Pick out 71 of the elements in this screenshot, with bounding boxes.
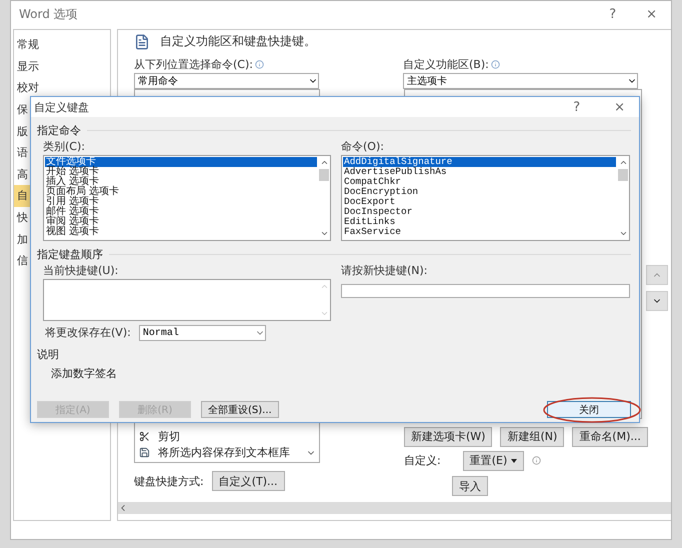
- field-label: 命令(O):: [341, 139, 385, 154]
- info-icon: [490, 60, 500, 69]
- scroll-thumb[interactable]: [319, 169, 329, 181]
- ribbon-button[interactable]: 新建组(N): [500, 426, 564, 446]
- keyboard-label: 键盘快捷方式:: [134, 474, 204, 488]
- category-item[interactable]: 页面布局 选项卡: [45, 187, 317, 197]
- customize-button[interactable]: 自定义(T)...: [212, 471, 285, 491]
- scroll-down-icon: [320, 309, 328, 318]
- current-keys-list[interactable]: [43, 279, 331, 321]
- ribbon-button[interactable]: 重命名(M)...: [572, 426, 648, 446]
- command-item[interactable]: EditLinks: [343, 217, 616, 227]
- section-heading: 自定义功能区和键盘快捷键。: [160, 33, 316, 50]
- command-item[interactable]: DocInspector: [343, 207, 616, 217]
- shortcut-input[interactable]: [341, 284, 630, 298]
- move-up-button[interactable]: [646, 265, 668, 285]
- move-down-button[interactable]: [646, 291, 668, 311]
- dialog-button[interactable]: 全部重设(S)...: [201, 401, 279, 418]
- command-item[interactable]: AdvertisePublishAs: [343, 167, 616, 177]
- dropdown[interactable]: 主选项卡: [403, 73, 638, 89]
- command-item[interactable]: FaxService: [343, 227, 616, 237]
- category-item[interactable]: 邮件 选项卡: [45, 207, 317, 217]
- field-label: 当前快捷键(U):: [43, 263, 120, 278]
- category-item[interactable]: 开始 选项卡: [45, 167, 317, 177]
- field-label: 请按新快捷键(N):: [341, 263, 429, 278]
- sidebar-item[interactable]: 校对: [14, 77, 110, 99]
- info-icon: [532, 456, 542, 465]
- command-item[interactable]: AddDigitalSignature: [343, 157, 616, 167]
- chevron-down-icon: [618, 229, 628, 238]
- command-item[interactable]: CompatChkr: [343, 177, 616, 187]
- category-item[interactable]: 审阅 选项卡: [45, 217, 317, 227]
- category-item[interactable]: 视图 选项卡: [45, 227, 317, 237]
- horizontal-scrollbar[interactable]: [118, 502, 671, 514]
- window-title: Word 选项: [19, 6, 79, 22]
- field-label: 将更改保存在(V):: [44, 325, 131, 340]
- sidebar-item[interactable]: 显示: [14, 56, 110, 78]
- close-button[interactable]: ×: [640, 6, 663, 22]
- chevron-down-icon: [320, 229, 328, 238]
- help-button[interactable]: ?: [603, 6, 622, 22]
- command-item[interactable]: 将所选内容保存到文本框库: [158, 444, 290, 460]
- command-item[interactable]: 剪切: [158, 428, 180, 444]
- section-title: 指定键盘顺序: [37, 247, 103, 262]
- save-in-dropdown[interactable]: Normal: [138, 325, 266, 341]
- info-icon: [254, 60, 264, 69]
- dropdown[interactable]: 常用命令: [134, 73, 319, 89]
- customize-label: 自定义:: [404, 453, 441, 468]
- description-text: 添加数字签名: [50, 366, 118, 381]
- scissors-icon: [139, 430, 150, 442]
- sidebar-item[interactable]: 常规: [14, 34, 110, 56]
- section-title: 指定命令: [37, 123, 81, 138]
- reset-button[interactable]: 重置(E): [462, 450, 524, 470]
- document-icon: [134, 34, 150, 50]
- ribbon-button[interactable]: 新建选项卡(W): [404, 426, 492, 446]
- dialog-button[interactable]: 关闭: [547, 401, 631, 418]
- field-label: 类别(C):: [43, 139, 86, 154]
- chevron-up-icon: [618, 158, 628, 167]
- category-item[interactable]: 插入 选项卡: [45, 177, 317, 187]
- help-button[interactable]: ?: [567, 100, 586, 114]
- command-item[interactable]: DocEncryption: [343, 187, 616, 197]
- scroll-up-icon: [320, 282, 328, 291]
- save-icon: [139, 446, 150, 458]
- field-label: 从下列位置选择命令(C):: [134, 57, 253, 72]
- dialog-title: 自定义键盘: [34, 100, 90, 114]
- category-item[interactable]: 引用 选项卡: [45, 197, 317, 207]
- section-title: 说明: [37, 347, 60, 362]
- caret-icon: [511, 458, 518, 462]
- chevron-up-icon: [320, 158, 328, 167]
- field-label: 自定义功能区(B):: [403, 57, 489, 72]
- command-item[interactable]: DocExport: [343, 197, 616, 207]
- import-button[interactable]: 导入: [452, 476, 488, 496]
- scroll-thumb[interactable]: [618, 169, 628, 181]
- close-button[interactable]: ×: [608, 100, 631, 114]
